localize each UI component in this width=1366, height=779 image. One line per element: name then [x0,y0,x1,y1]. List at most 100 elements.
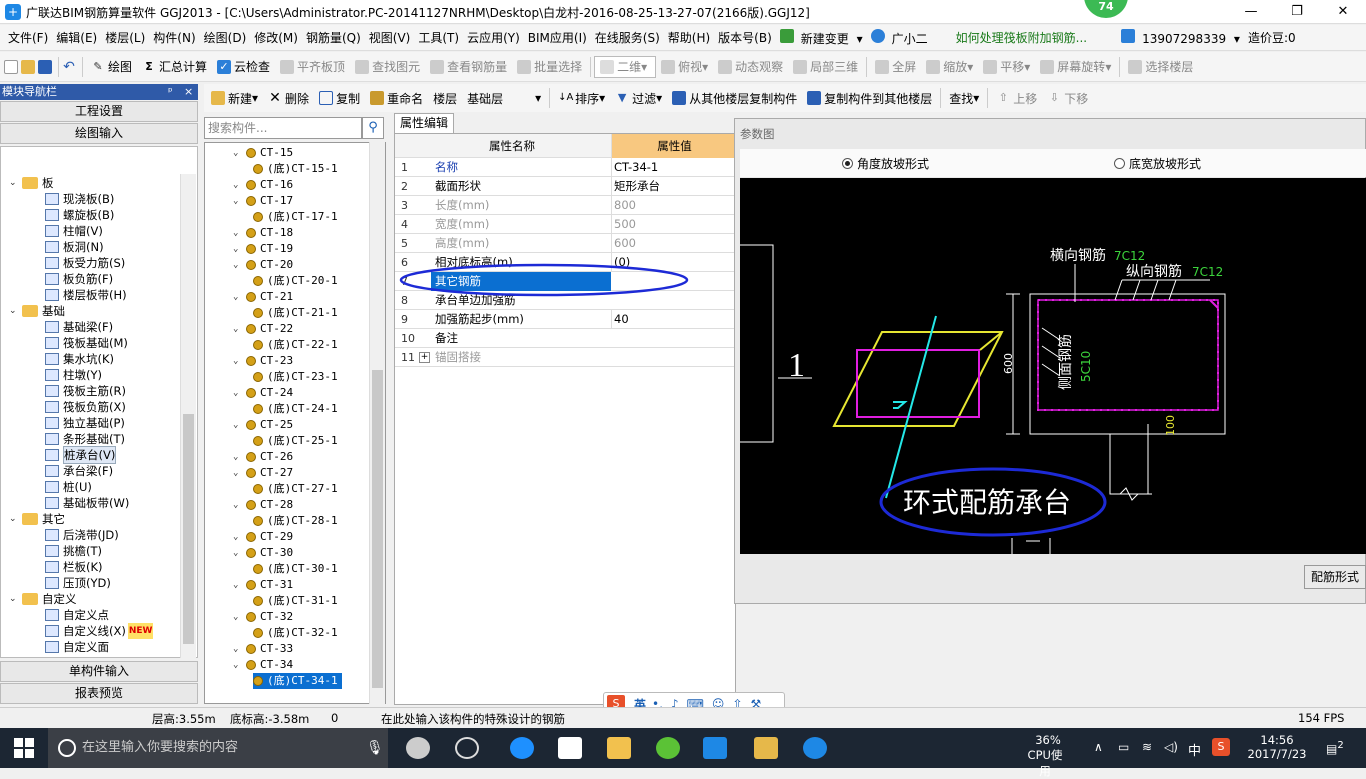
component-list-item[interactable]: ⌄ CT-32 [233,609,293,625]
cloud-check-button[interactable]: ✓ 云检查 [212,55,275,79]
tree-item[interactable]: 后浇带(JD) [45,527,119,543]
edge-taskbar-icon[interactable] [510,737,534,759]
rebar-form-button[interactable]: 配筋形式 [1304,565,1366,589]
tree-scroll-thumb[interactable] [183,414,194,644]
menu-version[interactable]: 版本号(B) [714,29,776,46]
menu-tools[interactable]: 工具(T) [414,29,463,46]
filter-button[interactable]: ▼ 过滤 ▾ [610,86,667,110]
volume-icon[interactable]: ◁) [1164,740,1178,754]
tree-item[interactable]: 压顶(YD) [45,575,111,591]
component-list-item[interactable]: ⌄ CT-16 [233,177,293,193]
property-row[interactable]: 3 长度(mm) 800 [395,196,737,215]
component-list-item[interactable]: ⌄ CT-18 [233,225,293,241]
component-list-item[interactable]: (底)CT-17-1 [253,209,338,225]
property-value[interactable]: 矩形承台 [611,177,735,196]
component-list-item[interactable]: ⌄ CT-27 [233,465,293,481]
pin-icon[interactable]: ᵖ [168,84,173,100]
copy-from-floor-button[interactable]: 从其他楼层复制构件 [667,86,802,110]
collapse-chevron-icon[interactable]: ⌄ [9,303,19,319]
minimize-icon[interactable]: — [1228,0,1274,24]
property-row[interactable]: 11 + 锚固搭接 [395,348,737,367]
tree-item[interactable]: 板负筋(F) [45,271,113,287]
collapse-chevron-icon[interactable]: ⌄ [233,545,243,561]
close-panel-icon[interactable]: × [184,84,193,100]
tree-item[interactable]: 板受力筋(S) [45,255,125,271]
clock[interactable]: 14:56 2017/7/23 [1242,733,1312,761]
language-indicator[interactable]: 中 [1188,740,1201,759]
single-component-input-button[interactable]: 单构件输入 [0,661,198,682]
tree-item[interactable]: 桩(U) [45,479,92,495]
collapse-chevron-icon[interactable]: ⌄ [233,641,243,657]
delete-button[interactable]: ✕ 删除 [263,86,314,110]
collapse-chevron-icon[interactable]: ⌄ [233,417,243,433]
summary-calc-button[interactable]: Σ 汇总计算 [137,55,212,79]
action-center-icon[interactable]: ▤2 [1326,740,1344,756]
notes-taskbar-icon[interactable] [754,737,778,759]
list-scroll-thumb[interactable] [372,370,383,688]
menu-online[interactable]: 在线服务(S) [591,29,664,46]
collapse-chevron-icon[interactable]: ⌄ [233,529,243,545]
component-list-item[interactable]: (底)CT-28-1 [253,513,338,529]
sort-button[interactable]: ↓A 排序 ▾ [553,86,610,110]
component-list-item[interactable]: ⌄ CT-31 [233,577,293,593]
tree-item[interactable]: 挑檐(T) [45,543,102,559]
collapse-chevron-icon[interactable]: ⌄ [233,497,243,513]
collapse-chevron-icon[interactable]: ⌄ [233,145,243,161]
component-list-item[interactable]: (底)CT-24-1 [253,401,338,417]
close-icon[interactable]: ✕ [1320,0,1366,24]
explorer-taskbar-icon[interactable] [607,737,631,759]
component-list-item[interactable]: (底)CT-23-1 [253,369,338,385]
collapse-chevron-icon[interactable]: ⌄ [233,449,243,465]
component-list-item[interactable]: (底)CT-32-1 [253,625,338,641]
browser-taskbar-icon[interactable] [455,737,479,759]
menu-draw[interactable]: 绘图(D) [200,29,251,46]
collapse-chevron-icon[interactable]: ⌄ [233,225,243,241]
tree-item[interactable]: 承台梁(F) [45,463,113,479]
component-list-item[interactable]: ⌄ CT-19 [233,241,293,257]
sogou-tray-icon[interactable]: S [1212,738,1230,756]
save-icon[interactable] [38,59,52,74]
move-down-button[interactable]: ⇩ 下移 [1042,86,1093,110]
property-value[interactable]: 40 [611,310,735,329]
tree-item[interactable]: 现浇板(B) [45,191,114,207]
menu-component[interactable]: 构件(N) [149,29,199,46]
collapse-chevron-icon[interactable]: ⌄ [233,609,243,625]
menu-edit[interactable]: 编辑(E) [52,29,101,46]
tree-item[interactable]: 螺旋板(B) [45,207,114,223]
menu-view[interactable]: 视图(V) [365,29,415,46]
network-icon[interactable]: ▭ [1118,740,1129,754]
pan-button[interactable]: 平移 ▾ [978,55,1035,79]
property-value[interactable]: 800 [611,196,735,215]
menu-rebar[interactable]: 钢筋量(Q) [302,29,365,46]
component-list-item[interactable]: ⌄ CT-33 [233,641,293,657]
new-component-button[interactable]: 新建 ▾ [206,86,263,110]
move-up-button[interactable]: ⇧ 上移 [991,86,1042,110]
menu-cloud[interactable]: 云应用(Y) [463,29,524,46]
rename-button[interactable]: 重命名 [365,86,428,110]
view-rebar-button[interactable]: 查看钢筋量 [425,55,512,79]
tree-folder[interactable]: ⌄ 基础 [9,303,65,319]
notification-badge[interactable]: 74 [1084,0,1128,18]
collapse-chevron-icon[interactable]: ⌄ [9,511,19,527]
draw-input-button[interactable]: 绘图输入 [0,123,198,144]
select-floor-button[interactable]: 选择楼层 [1123,55,1198,79]
component-list-item[interactable]: ⌄ CT-34 [233,657,293,673]
copy-button[interactable]: 复制 [314,86,365,110]
tree-item[interactable]: 栏板(K) [45,559,103,575]
browser360-taskbar-icon[interactable] [656,737,680,759]
expand-plus-icon[interactable]: + [419,352,430,363]
view-mode-select[interactable]: 二维 ▾ [594,55,657,78]
component-list-item[interactable]: ⌄ CT-29 [233,529,293,545]
menu-help[interactable]: 帮助(H) [664,29,714,46]
menu-new-change[interactable]: 新建变更 ▾ [776,28,867,47]
component-list-item[interactable]: (底)CT-21-1 [253,305,338,321]
collapse-chevron-icon[interactable]: ⌄ [233,577,243,593]
tab-property-edit[interactable]: 属性编辑 [394,113,454,133]
component-list-item[interactable]: (底)CT-27-1 [253,481,338,497]
component-list-item[interactable]: ⌄ CT-23 [233,353,293,369]
component-list-item[interactable]: (底)CT-31-1 [253,593,338,609]
copy-to-floor-button[interactable]: 复制构件到其他楼层 [802,86,937,110]
mic-taskbar-icon[interactable]: 🎙 [366,740,384,756]
orbit-button[interactable]: 动态观察 [713,55,788,79]
component-list-item[interactable]: ⌄ CT-26 [233,449,293,465]
